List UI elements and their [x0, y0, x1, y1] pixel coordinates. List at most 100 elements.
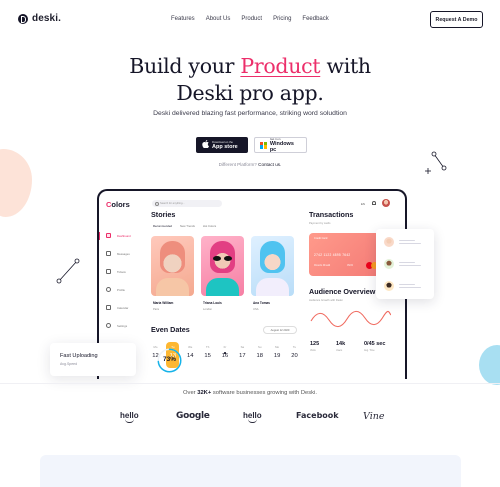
user-icon [106, 287, 111, 292]
story-figure [206, 278, 239, 296]
card-holder: Ricardo Rinaldi [314, 264, 331, 267]
calendar-day[interactable]: We 14 [184, 342, 197, 368]
sidebar-label: Profile [117, 287, 125, 292]
section-divider [0, 383, 500, 384]
calendar-weekday: Th [205, 345, 210, 349]
nav-features[interactable]: Features [171, 16, 195, 22]
nav-about-us[interactable]: About Us [206, 16, 231, 22]
social-proof-post: software businesses growing with Deski. [211, 390, 317, 396]
stat-visits-value: 125 [310, 341, 320, 347]
ticket-icon [106, 269, 111, 274]
stories-tabs: Recommended New Trends Hot Colors [153, 224, 216, 228]
windows-icon [260, 141, 267, 149]
hero-title-line2: Deski pro app. [176, 81, 324, 105]
avatar [384, 237, 394, 247]
sidebar-label: Calendar [117, 305, 129, 310]
sidebar-item-settings[interactable]: Settings [106, 323, 127, 328]
social-proof-count: 32K+ [197, 390, 212, 396]
calendar-date: 19 [273, 353, 281, 359]
stat-time-label: Avg. Time [364, 349, 375, 352]
contact-row[interactable] [384, 237, 421, 247]
event-dot [224, 352, 226, 354]
bell-icon[interactable] [372, 201, 376, 205]
sidebar-label: Tickets [117, 269, 126, 274]
calendar-day[interactable]: Tu 20 [288, 342, 301, 368]
story-name: Ana Tomas [253, 301, 270, 305]
windows-store-button[interactable]: Get it on Windows pc [254, 137, 307, 153]
platform-note: Different Platform? Contact us. [0, 162, 500, 167]
app-user-avatar[interactable] [382, 199, 390, 207]
brand-logo-google: Google [176, 411, 210, 421]
sidebar-label: Settings [117, 323, 128, 328]
sidebar-item-calendar[interactable]: Calendar [106, 305, 128, 310]
stat-users-label: Users [336, 349, 343, 352]
audience-subtitle: Audience Growth with Deski [309, 299, 343, 302]
tab-new-trends[interactable]: New Trends [180, 224, 195, 228]
app-store-button[interactable]: Download on the App store [196, 137, 248, 153]
story-portrait [260, 241, 285, 273]
card-number: 2742 1122 4895 7642 [314, 253, 351, 257]
upload-percent: 73% [162, 356, 176, 363]
avatar [384, 281, 394, 291]
calendar-day[interactable]: Sa 17 [236, 342, 249, 368]
contact-placeholder-lines [399, 239, 421, 246]
calendar-day[interactable]: Su 18 [253, 342, 266, 368]
contact-row[interactable] [384, 259, 421, 269]
credit-card[interactable]: Credit Card 2742 1122 4895 7642 Ricardo … [309, 233, 381, 276]
calendar-day[interactable]: Th 15 [201, 342, 214, 368]
events-title: Even Dates [151, 325, 190, 334]
card-type: Credit Card [314, 237, 328, 240]
calendar-weekday: Mo [275, 345, 280, 349]
story-card[interactable] [251, 236, 294, 296]
calendar-weekday: Sa [240, 345, 245, 349]
upload-title: Fast Uploading [60, 353, 98, 359]
event-date-picker[interactable]: August 12 2020 [263, 326, 297, 334]
fast-uploading-widget: Fast Uploading Avg.Speed 73% [50, 343, 182, 376]
nav-feedback[interactable]: Feedback [302, 16, 328, 22]
request-demo-button[interactable]: Request A Demo [430, 11, 483, 28]
deski-logo-icon [18, 13, 28, 24]
tab-recommended[interactable]: Recommended [153, 224, 172, 228]
mail-icon [106, 251, 111, 256]
contact-row[interactable] [384, 281, 421, 291]
brand-logo[interactable]: deski. [18, 13, 61, 24]
hero-title-highlight: Product [240, 54, 321, 78]
story-name: Maria William [153, 301, 174, 305]
main-nav: Features About Us Product Pricing Feedba… [171, 16, 329, 22]
calendar-weekday: We [188, 345, 193, 349]
calendar-day[interactable]: Fr 16 [219, 342, 232, 368]
sidebar-item-dashboard[interactable]: Dashboard [99, 232, 131, 240]
sidebar-item-profile[interactable]: Profile [106, 287, 125, 292]
story-location: USA [253, 308, 259, 311]
sunglasses-icon [213, 256, 232, 261]
story-card[interactable] [201, 236, 244, 296]
calendar-weekday: Fr [223, 345, 227, 349]
calendar-date: 20 [291, 353, 298, 359]
contact-us-link[interactable]: Contact us. [258, 162, 281, 167]
app-search-input[interactable]: Search for anything... [152, 200, 222, 207]
apple-icon [201, 140, 209, 150]
transactions-subtitle: Payment by cards [309, 222, 331, 225]
brand-logo-hello: hello [120, 411, 139, 423]
audience-title: Audience Overview [309, 287, 376, 296]
story-portrait [160, 241, 185, 273]
story-name: Triana Louis [203, 301, 222, 305]
nav-product[interactable]: Product [241, 16, 262, 22]
story-card[interactable] [151, 236, 194, 296]
sidebar-item-messages[interactable]: Messages [106, 251, 130, 256]
upload-subtitle: Avg.Speed [60, 362, 78, 366]
app-language[interactable]: EN [361, 202, 365, 206]
nav-pricing[interactable]: Pricing [273, 16, 291, 22]
story-figure [156, 278, 189, 296]
app-logo: Colors [106, 200, 130, 209]
sidebar-item-tickets[interactable]: Tickets [106, 269, 126, 274]
stories-title: Stories [151, 210, 176, 219]
calendar-date: 15 [204, 353, 211, 359]
calendar-day[interactable]: Mo 19 [271, 342, 284, 368]
calendar-date: 17 [239, 353, 246, 359]
calendar-icon [106, 305, 111, 310]
brand-logo-vine: Vine [363, 411, 385, 422]
tab-hot-colors[interactable]: Hot Colors [203, 224, 216, 228]
hero-title-post: with [320, 54, 371, 78]
windows-small-label: Get it on [269, 136, 281, 141]
